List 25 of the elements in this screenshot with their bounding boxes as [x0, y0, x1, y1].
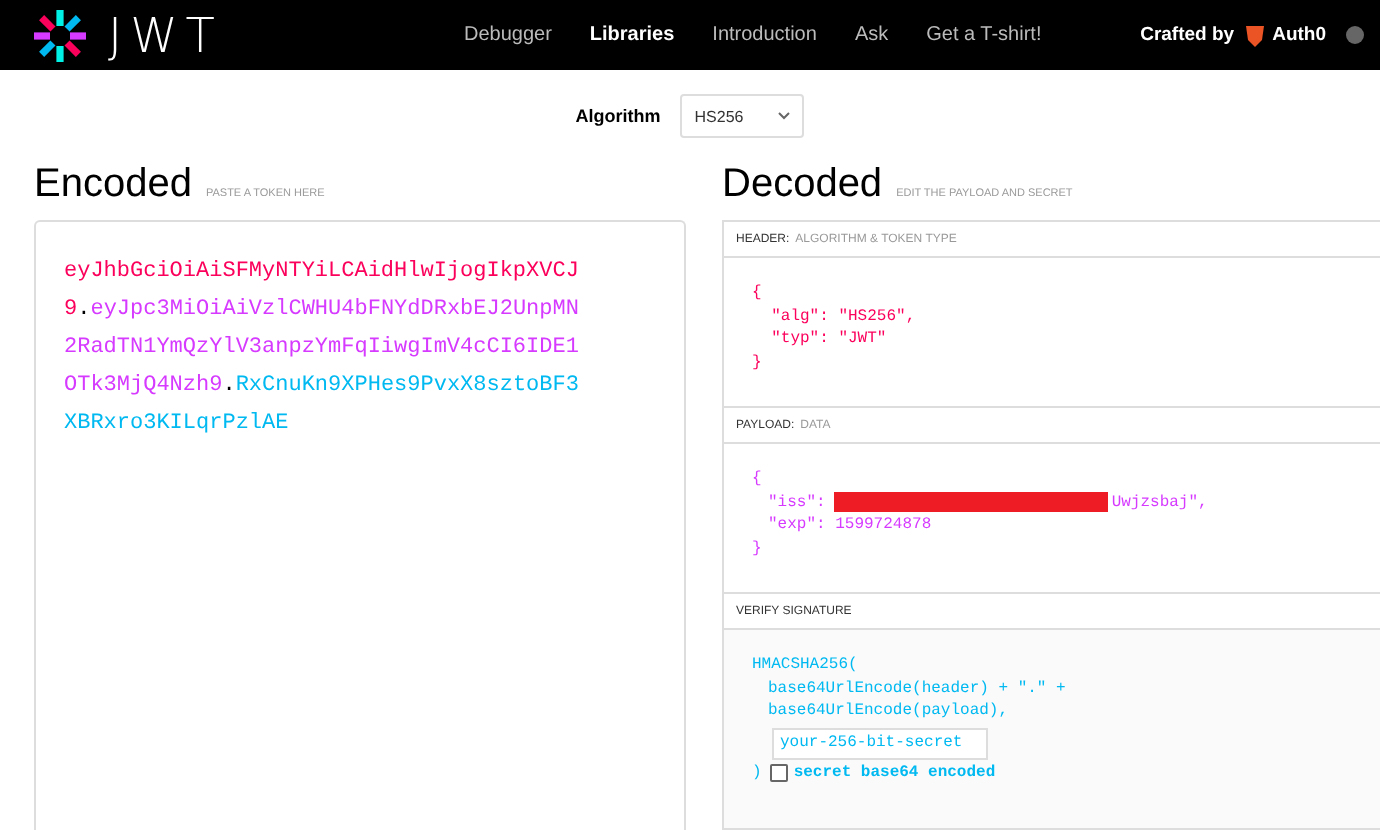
nav-link[interactable]: Debugger [464, 24, 552, 47]
algorithm-label: Algorithm [575, 106, 661, 127]
nav-link[interactable]: Libraries [589, 24, 675, 47]
base64-checkbox[interactable] [769, 763, 788, 782]
code-text: Uwjzsbaj", [1111, 491, 1208, 514]
nav-link[interactable]: Get a T-shirt! [926, 24, 1042, 47]
code-text: "iss": [768, 491, 826, 514]
crafted-by-text: Crafted by [1140, 24, 1235, 47]
encoded-title: Encoded [34, 162, 192, 208]
chevron-icon [778, 112, 791, 121]
nav-link[interactable]: Ask [854, 24, 889, 47]
code-text: ) [752, 761, 762, 784]
token-editor[interactable]: eyJhbGciOiAiSFMyNTYiLCAidHlwIjogIkpXVCJ9.eyJpc3MiOiAiVzlCWHU4bFNYdDRxbEJ2UnpMN2RadTN1YmQzYlV3anpzYmFqIiwgImV4cCI6IDE1OTk3MjQ4Nzh9.RxCnuKn9XPHes9PvxX8sztoBF3XBRxro3KILqrPzlAE [34, 220, 686, 830]
checkbox-label: secret base64 encoded [793, 761, 996, 784]
logo-icon [32, 7, 88, 64]
auth0-text[interactable]: Auth0 [1272, 24, 1326, 47]
shield-icon [1244, 23, 1267, 48]
code-line: base64UrlEncode(header) + "." + [766, 677, 1068, 700]
nav-link[interactable]: Introduction [712, 24, 817, 47]
code-line: base64UrlEncode(payload), [766, 700, 1011, 723]
code-line: HMACSHA256( [752, 654, 860, 677]
decoded-title: Decoded [722, 162, 883, 208]
help-icon[interactable] [1346, 26, 1364, 45]
brand-name: JWT [108, 7, 223, 64]
algorithm-select[interactable]: HS256 [680, 94, 805, 139]
